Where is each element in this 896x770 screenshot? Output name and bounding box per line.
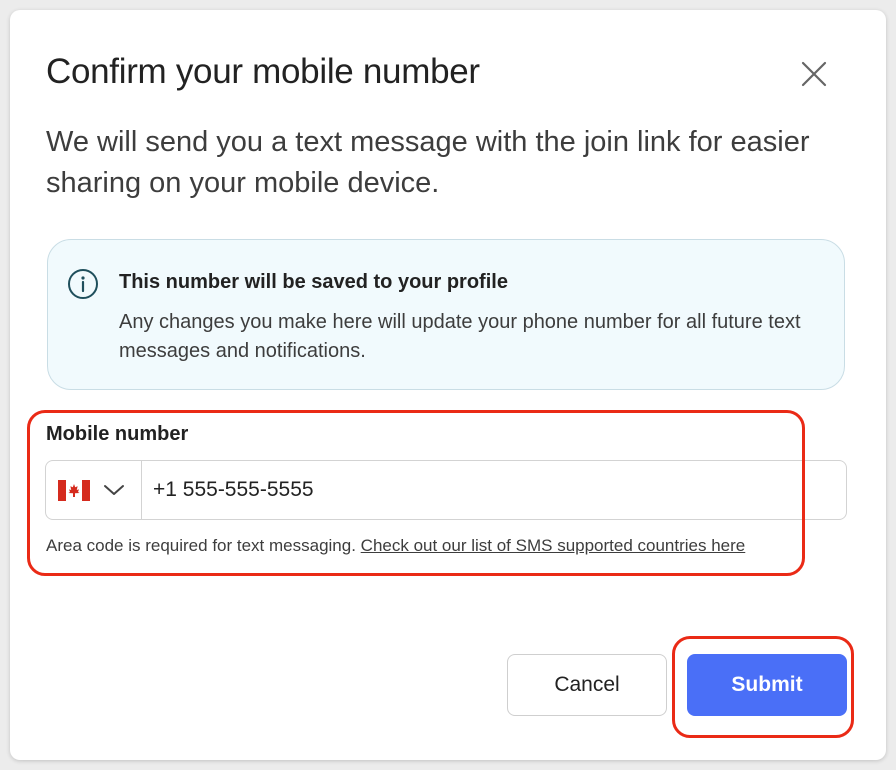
country-code-select[interactable] [46,461,142,519]
dialog-description: We will send you a text message with the… [46,126,810,199]
info-box: This number will be saved to your profil… [47,239,845,390]
cancel-button[interactable]: Cancel [507,654,667,716]
info-icon [68,269,98,299]
confirm-mobile-dialog: Confirm your mobile number We will send … [10,10,886,760]
sms-countries-link[interactable]: Check out our list of SMS supported coun… [361,536,746,555]
info-heading: This number will be saved to your profil… [119,271,508,293]
phone-number-input[interactable] [153,461,833,519]
phone-input-group [45,460,847,520]
mobile-hint: Area code is required for text messaging… [46,536,745,556]
info-body: Any changes you make here will update yo… [119,311,801,362]
canada-flag-icon [58,480,90,501]
close-icon[interactable] [796,56,832,92]
hint-text: Area code is required for text messaging… [46,536,356,555]
chevron-down-icon [104,485,124,495]
mobile-number-label: Mobile number [46,423,189,445]
submit-button[interactable]: Submit [687,654,847,716]
dialog-title: Confirm your mobile number [46,52,480,91]
